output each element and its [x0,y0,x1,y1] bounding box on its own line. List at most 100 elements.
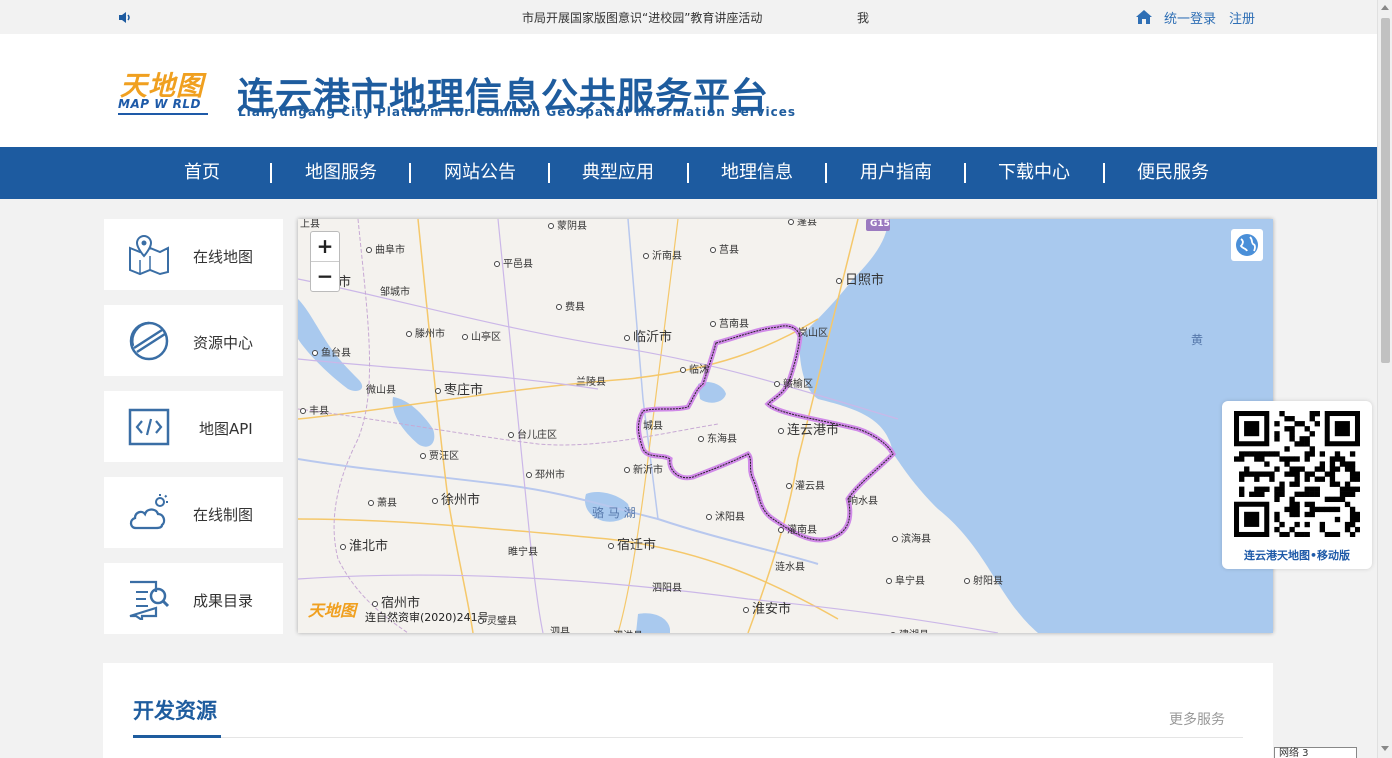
code-icon [128,408,170,446]
nav-separator [1103,163,1105,183]
map-place-label: 莒县 [710,241,739,256]
map-place-label: 建湖县 [890,626,929,633]
nav-separator [964,163,966,183]
globe-icon [1236,234,1258,256]
nav-item-user-guide[interactable]: 用户指南 [836,147,956,199]
card-label: 地图API [199,420,253,438]
map-pin-icon [129,234,169,276]
map-place-label: 莒南县 [710,315,749,330]
nav-item-convenience[interactable]: 便民服务 [1113,147,1233,199]
map-place-label: 赣榆区 [774,375,813,390]
tianditu-logo[interactable]: 天地图 MAP W RLD [118,64,210,119]
nav-item-announcements[interactable]: 网站公告 [420,147,540,199]
scroll-up-arrow[interactable] [1381,5,1389,10]
nav-separator [409,163,411,183]
section-title: 开发资源 [133,699,217,723]
main-nav: 首页 地图服务 网站公告 典型应用 地理信息 用户指南 下载中心 便民服务 [0,147,1377,199]
road-shield-label: G15 [870,219,890,229]
zoom-out-button[interactable]: − [311,262,339,292]
header: 天地图 MAP W RLD 连云港市地理信息公共服务平台 Lianyungang… [0,34,1377,147]
scrollbar[interactable] [1377,0,1392,758]
card-online-drawing[interactable]: 在线制图 [104,477,283,548]
map-place-label: 鱼台县 [312,344,351,359]
map-place-label: 宿迁市 [608,534,656,553]
map-place-label: 泗洪县 [604,627,643,633]
register-link[interactable]: 注册 [1229,8,1255,27]
nav-item-geo-info[interactable]: 地理信息 [697,147,817,199]
notice-text-next[interactable]: 我 [857,9,869,26]
map-place-label: 睢宁县 [508,547,538,558]
map-place-label: 徐州市 [432,489,480,508]
map-place-label: 连云港市 [778,419,839,438]
top-bar: 市局开展国家版图意识“进校园”教育讲座活动 我 统一登录 注册 [0,0,1377,34]
cloud-drawing-icon [129,494,168,530]
map-place-label: 东海县 [698,430,737,445]
nav-item-download[interactable]: 下载中心 [974,147,1094,199]
map-place-label: 兰陵县 [576,377,606,388]
map-place-label: 微山县 [366,385,396,396]
nav-separator [270,163,272,183]
map-place-label: 蒙阴县 [548,219,587,232]
card-catalog[interactable]: 成果目录 [104,563,283,634]
map-place-label: 日照市 [836,269,884,288]
map-place-label: 淮安市 [743,598,791,617]
zoom-in-button[interactable]: + [311,232,339,262]
home-icon[interactable] [1135,9,1153,25]
nav-separator [548,163,550,183]
map-place-label: 平邑县 [494,255,533,270]
map-place-label: 贾汪区 [420,447,459,462]
map-place-label: 滕州市 [406,325,445,340]
catalog-search-icon [129,580,170,620]
qr-label: 连云港天地图•移动版 [1243,549,1351,562]
map-place-label: 灌云县 [786,477,825,492]
status-tooltip: 网络 3 [1274,747,1357,758]
site-subtitle: Lianyungang City Platform for Common Geo… [238,105,796,119]
map-copyright: 连自然资审(2020)241号 [365,611,489,624]
card-label: 资源中心 [193,334,254,352]
map-place-label: 费县 [556,298,585,313]
map-place-label: 黄 [1191,333,1204,347]
qr-code [1234,411,1360,537]
resource-icon [129,321,169,361]
map-place-label: 新沂市 [624,461,663,476]
nav-item-home[interactable]: 首页 [142,147,262,199]
map-place-label: 沂南县 [643,247,682,262]
map-place-label: 泗阳县 [652,583,682,594]
map-place-label: 曲阜市 [366,241,405,256]
layer-switch-button[interactable] [1231,229,1263,261]
scroll-down-arrow[interactable] [1381,746,1389,751]
map-place-label: 萧县 [368,494,397,509]
map-place-label: 蓬县 [788,219,817,228]
card-resource-center[interactable]: 资源中心 [104,305,283,376]
section-title-underline [133,735,221,738]
nav-item-applications[interactable]: 典型应用 [558,147,678,199]
map-place-label: 邳州市 [526,466,565,481]
map-place-label: 临沭 [680,361,709,376]
scroll-thumb[interactable] [1381,18,1390,363]
map-place-label: 岚山区 [798,328,828,339]
login-link[interactable]: 统一登录 [1164,8,1216,27]
map-place-label: 淮北市 [340,535,388,554]
nav-item-map-service[interactable]: 地图服务 [281,147,401,199]
card-online-map[interactable]: 在线地图 [104,219,283,290]
zoom-control: + − [310,231,340,292]
card-label: 在线制图 [193,506,254,524]
map-view[interactable]: 上县 蒙阴县 蓬县 曲阜市 沂南县 莒县 平邑县 日照市市邹城市 费县 莒南县 滕州市 山亭区 临沂市岚… [298,219,1273,633]
map-place-label: 城县 [643,421,663,432]
card-map-api[interactable]: 地图API [104,391,283,462]
map-place-label: 枣庄市 [435,379,483,398]
more-services-link[interactable]: 更多服务 [1169,709,1225,729]
logo-underline [118,113,208,115]
map-place-label: 涟水县 [775,562,805,573]
map-place-label: 邹城市 [380,287,410,298]
map-place-label: 上县 [300,219,320,230]
nav-separator [825,163,827,183]
dev-resources-section: 开发资源 更多服务 [103,663,1273,758]
qr-code-panel[interactable]: 连云港天地图•移动版 [1222,401,1372,569]
map-place-label: 临沂市 [624,326,672,345]
notice-text[interactable]: 市局开展国家版图意识“进校园”教育讲座活动 [522,9,762,26]
map-place-label: 丰县 [300,402,329,417]
card-label: 在线地图 [193,248,254,266]
card-label: 成果目录 [193,592,254,610]
map-place-label: 滨海县 [892,530,931,545]
